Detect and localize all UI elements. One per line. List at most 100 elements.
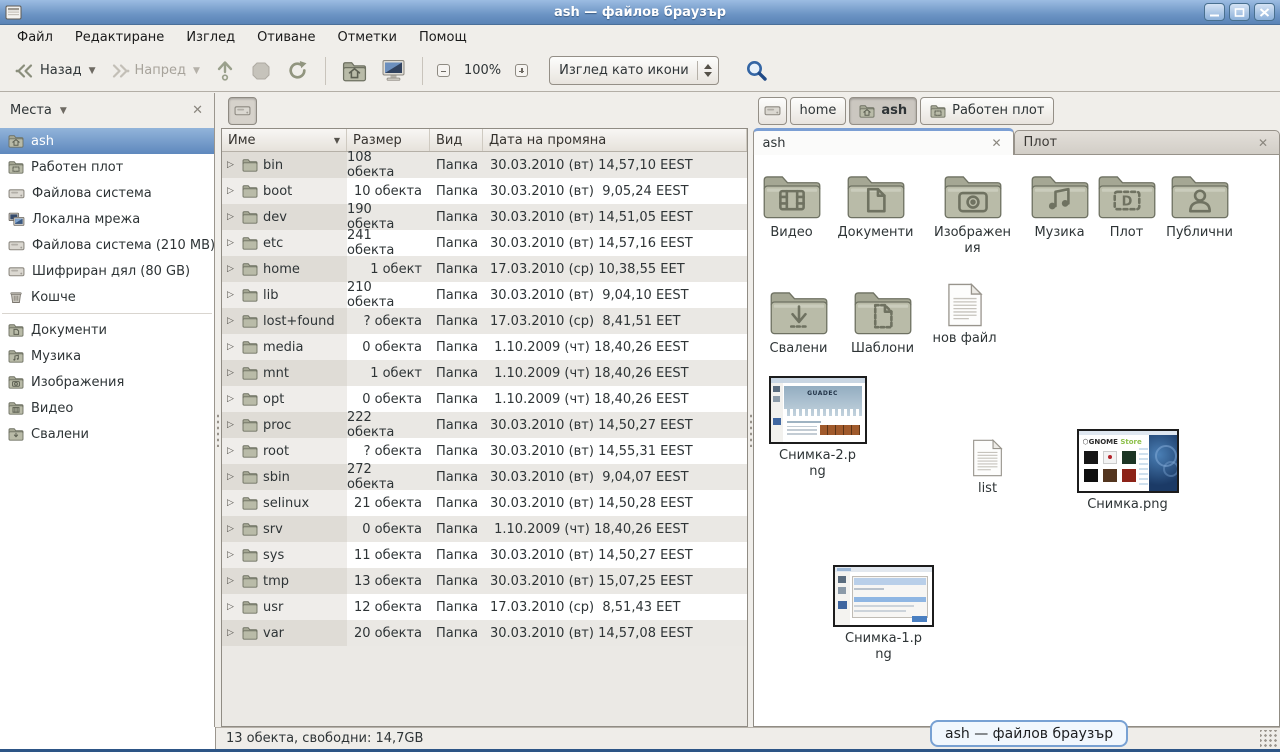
table-row-opt[interactable]: ▷opt0 обектаПапка 1.10.2009 (чт) 18,40,2… (222, 386, 747, 412)
column-header-0[interactable]: Име▼ (222, 129, 347, 151)
expander-icon[interactable]: ▷ (227, 498, 237, 508)
forward-button[interactable]: Напред ▼ (103, 58, 207, 84)
breadcrumb-button-Работен плот[interactable]: Работен плот (920, 97, 1054, 125)
icon-view-item-публични[interactable]: Публични (1145, 169, 1255, 241)
icon-view-item-снимка-1.png[interactable]: Снимка-1.png (829, 565, 939, 662)
table-row-boot[interactable]: ▷boot10 обектаПапка30.03.2010 (вт) 9,05,… (222, 178, 747, 204)
expander-icon[interactable]: ▷ (227, 212, 237, 222)
expander-icon[interactable]: ▷ (227, 550, 237, 560)
view-mode-select[interactable]: Изглед като икони (549, 56, 719, 85)
column-header-2[interactable]: Вид (430, 129, 483, 151)
sidebar-item-работен-плот[interactable]: Работен плот (0, 154, 214, 180)
expander-icon[interactable]: ▷ (227, 316, 237, 326)
column-header-1[interactable]: Размер (347, 129, 430, 151)
sidebar-item-свалени[interactable]: Свалени (0, 421, 214, 447)
sidebar-item-шифриран-дял-(80-gb)[interactable]: Шифриран дял (80 GB) (0, 258, 214, 284)
root-location-button[interactable] (228, 97, 257, 125)
sidebar-item-локална-мрежа[interactable]: Локална мрежа (0, 206, 214, 232)
zoom-in-button[interactable] (509, 59, 533, 83)
menu-item-4[interactable]: Отметки (326, 27, 407, 48)
icon-view-item-документи[interactable]: Документи (821, 169, 931, 241)
table-row-mnt[interactable]: ▷mnt1 обектПапка 1.10.2009 (чт) 18,40,26… (222, 360, 747, 386)
expander-icon[interactable]: ▷ (227, 446, 237, 456)
expander-icon[interactable]: ▷ (227, 420, 237, 430)
home-button[interactable] (335, 55, 374, 87)
maximize-button[interactable] (1229, 3, 1250, 21)
zoom-out-button[interactable] (432, 59, 456, 83)
table-row-usr[interactable]: ▷usr12 обектаПапка17.03.2010 (ср) 8,51,4… (222, 594, 747, 620)
menu-item-5[interactable]: Помощ (408, 27, 478, 48)
expander-icon[interactable]: ▷ (227, 342, 237, 352)
menu-item-0[interactable]: Файл (6, 27, 64, 48)
tab-close-icon[interactable]: ✕ (989, 136, 1003, 150)
table-row-selinux[interactable]: ▷selinux21 обектаПапка30.03.2010 (вт) 14… (222, 490, 747, 516)
icon-view-canvas[interactable]: ВидеоДокументиИзображенияМузикаDПлотПубл… (753, 155, 1280, 727)
sidebar-item-изображения[interactable]: Изображения (0, 369, 214, 395)
sidebar-item-музика[interactable]: Музика (0, 343, 214, 369)
tab-Плот[interactable]: Плот✕ (1014, 130, 1280, 155)
expander-icon[interactable]: ▷ (227, 628, 237, 638)
expander-icon[interactable]: ▷ (227, 186, 237, 196)
tab-close-icon[interactable]: ✕ (1256, 136, 1270, 150)
table-row-var[interactable]: ▷var20 обектаПапка30.03.2010 (вт) 14,57,… (222, 620, 747, 646)
table-row-srv[interactable]: ▷srv0 обектаПапка 1.10.2009 (чт) 18,40,2… (222, 516, 747, 542)
sidebar-item-документи[interactable]: Документи (0, 317, 214, 343)
expander-icon[interactable]: ▷ (227, 160, 237, 170)
breadcrumb-button-ash[interactable]: ash (849, 97, 917, 125)
tree-empty-area[interactable] (222, 646, 747, 726)
column-header-3[interactable]: Дата на промяна (483, 129, 747, 151)
table-row-media[interactable]: ▷media0 обектаПапка 1.10.2009 (чт) 18,40… (222, 334, 747, 360)
tab-ash[interactable]: ash✕ (753, 128, 1014, 155)
sidebar-item-label: Шифриран дял (80 GB) (32, 264, 190, 279)
table-row-sbin[interactable]: ▷sbin272 обектаПапка30.03.2010 (вт) 9,04… (222, 464, 747, 490)
back-button[interactable]: Назад ▼ (8, 58, 103, 84)
expander-icon[interactable]: ▷ (227, 576, 237, 586)
back-dropdown-icon[interactable]: ▼ (87, 66, 96, 76)
icon-view-item-снимка-2.png[interactable]: GUADECСнимка-2.png (763, 376, 873, 479)
up-button[interactable] (207, 53, 243, 88)
icon-view-item-снимка.png[interactable]: ⬡GNOME StoreСнимка.png (1073, 429, 1183, 513)
table-row-bin[interactable]: ▷bin108 обектаПапка30.03.2010 (вт) 14,57… (222, 152, 747, 178)
close-button[interactable] (1254, 3, 1275, 21)
reload-button[interactable] (279, 54, 316, 87)
expander-icon[interactable]: ▷ (227, 238, 237, 248)
table-row-tmp[interactable]: ▷tmp13 обектаПапка30.03.2010 (вт) 15,07,… (222, 568, 747, 594)
icon-view-item-нов-файл[interactable]: нов файл (910, 283, 1020, 347)
expander-icon[interactable]: ▷ (227, 290, 237, 300)
table-row-home[interactable]: ▷home1 обектПапка17.03.2010 (ср) 10,38,5… (222, 256, 747, 282)
menu-item-2[interactable]: Изглед (175, 27, 246, 48)
resize-grip[interactable] (1260, 730, 1278, 748)
sidebar-item-ash[interactable]: ash (0, 128, 214, 154)
sidebar-item-файлова-система-(210-mb)[interactable]: Файлова система (210 MB) (0, 232, 214, 258)
places-chooser[interactable]: Места ▼ (10, 103, 67, 118)
minimize-button[interactable] (1204, 3, 1225, 21)
expander-icon[interactable]: ▷ (227, 524, 237, 534)
sidebar-close-button[interactable]: ✕ (187, 101, 208, 120)
table-row-root[interactable]: ▷root? обектаПапка30.03.2010 (вт) 14,55,… (222, 438, 747, 464)
breadcrumb-button-root[interactable] (758, 97, 787, 125)
table-row-sys[interactable]: ▷sys11 обектаПапка30.03.2010 (вт) 14,50,… (222, 542, 747, 568)
expander-icon[interactable]: ▷ (227, 264, 237, 274)
expander-icon[interactable]: ▷ (227, 602, 237, 612)
file-size: 241 обекта (347, 230, 430, 256)
icon-view-item-list[interactable]: list (933, 439, 1043, 497)
computer-button[interactable] (374, 54, 413, 87)
table-row-lib[interactable]: ▷lib210 обектаПапка30.03.2010 (вт) 9,04,… (222, 282, 747, 308)
pane-splitter[interactable] (215, 93, 221, 727)
breadcrumb-button-home[interactable]: home (790, 97, 847, 125)
menu-item-3[interactable]: Отиване (246, 27, 326, 48)
sidebar-item-файлова-система[interactable]: Файлова система (0, 180, 214, 206)
sidebar-item-видео[interactable]: Видео (0, 395, 214, 421)
menu-item-1[interactable]: Редактиране (64, 27, 175, 48)
table-row-dev[interactable]: ▷dev190 обектаПапка30.03.2010 (вт) 14,51… (222, 204, 747, 230)
expander-icon[interactable]: ▷ (227, 368, 237, 378)
search-button[interactable] (737, 53, 776, 88)
expander-icon[interactable]: ▷ (227, 394, 237, 404)
stop-button[interactable] (243, 55, 279, 87)
file-type: Папка (430, 620, 483, 646)
table-row-etc[interactable]: ▷etc241 обектаПапка30.03.2010 (вт) 14,57… (222, 230, 747, 256)
expander-icon[interactable]: ▷ (227, 472, 237, 482)
table-row-lost+found[interactable]: ▷lost+found? обектаПапка17.03.2010 (ср) … (222, 308, 747, 334)
sidebar-item-кошче[interactable]: Кошче (0, 284, 214, 310)
table-row-proc[interactable]: ▷proc222 обектаПапка30.03.2010 (вт) 14,5… (222, 412, 747, 438)
